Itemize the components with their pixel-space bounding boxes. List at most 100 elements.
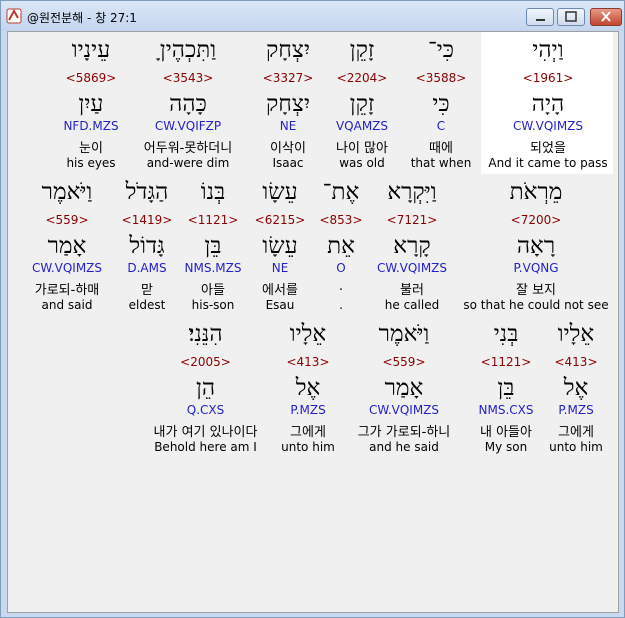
title-bar[interactable]: @원전분해 - 창 27:1	[1, 1, 624, 31]
english-gloss: and he said	[369, 440, 439, 454]
hebrew-word: אֵלָיו	[289, 321, 327, 347]
korean-gloss: 어두워-못하더니	[143, 141, 233, 156]
english-gloss: .	[339, 298, 343, 312]
strong-number: <3543>	[162, 71, 214, 85]
lemma: קָרָא	[393, 233, 431, 259]
hebrew-word: וַיֹּאמֶר	[41, 179, 93, 205]
morphology-code: CW.VQIMZS	[368, 403, 440, 417]
hebrew-word: כִּי־	[427, 37, 455, 63]
maximize-button[interactable]	[557, 8, 585, 26]
lemma: הָיָה	[531, 91, 565, 117]
strong-number: <1419>	[121, 213, 173, 227]
strong-number: <3327>	[262, 71, 314, 85]
morphology-code: NMS.MZS	[184, 261, 242, 275]
app-window: @원전분해 - 창 27:1 וַיְהִי <1961> הָיָה CW.V…	[0, 0, 625, 618]
lemma: זָקֵן	[349, 91, 375, 117]
morphology-code: NFD.MZS	[63, 119, 119, 133]
hebrew-word: הַגָּדֹל	[125, 179, 169, 205]
morphology-code: CW.VQIMZS	[512, 119, 584, 133]
morphology-code: D.AMS	[127, 261, 167, 275]
lemma: בֵּן	[204, 233, 222, 259]
morphology-code: C	[436, 119, 446, 133]
lemma: אָמַר	[47, 233, 87, 259]
korean-gloss: 가로되-하매	[34, 283, 100, 298]
morphology-code: NMS.CXS	[478, 403, 534, 417]
close-button[interactable]	[590, 8, 622, 26]
strong-number: <2005>	[180, 355, 231, 369]
english-gloss: he called	[384, 298, 440, 312]
morphology-code: CW.VQIMZS	[376, 261, 448, 275]
morphology-code: P.MZS	[558, 403, 594, 417]
hebrew-word: וַיְהִי	[532, 37, 564, 63]
lemma: אָמַר	[384, 375, 424, 401]
hebrew-word: יִצְחָק	[265, 37, 310, 63]
korean-gloss: 그가 가로되-하니	[357, 425, 451, 440]
english-gloss: so that he could not see	[463, 298, 609, 312]
korean-gloss: 되었을	[530, 141, 566, 156]
english-gloss: eldest	[128, 298, 166, 312]
morphology-code: CW.VQIMZS	[31, 261, 103, 275]
english-gloss: unto him	[549, 440, 603, 454]
minimize-button[interactable]	[526, 8, 554, 26]
strong-number: <6215>	[254, 213, 306, 227]
window-title: @원전분해 - 창 27:1	[27, 11, 137, 25]
hebrew-word: עֵינָיו	[71, 37, 111, 63]
korean-gloss: 눈이	[79, 141, 103, 156]
lemma: יִצְחָק	[265, 91, 310, 117]
lemma: עֵשָׂו	[262, 233, 298, 259]
english-gloss: that when	[410, 156, 472, 170]
english-gloss: unto him	[281, 440, 335, 454]
morphology-code: O	[336, 261, 346, 275]
morphology-code: P.VQNG	[513, 261, 559, 275]
morphology-code: NE	[279, 119, 297, 133]
strong-number: <3588>	[415, 71, 467, 85]
korean-gloss: 그에게	[290, 425, 326, 440]
hebrew-word: וַיִּקְרָא	[387, 179, 437, 205]
english-gloss: Esau	[265, 298, 295, 312]
morphology-code: NE	[271, 261, 289, 275]
english-gloss: My son	[484, 440, 528, 454]
english-gloss: Isaac	[272, 156, 304, 170]
maximize-icon	[565, 11, 577, 22]
english-gloss: and said	[41, 298, 93, 312]
hebrew-word: בְּנִי	[493, 321, 519, 347]
strong-number: <2204>	[336, 71, 388, 85]
hebrew-word: אֵלָיו	[557, 321, 595, 347]
hebrew-word: וַיֹּאמֶר	[378, 321, 430, 347]
strong-number: <1121>	[187, 213, 239, 227]
lemma: אֵת	[327, 233, 355, 259]
korean-gloss: 그에게	[558, 425, 594, 440]
lemma: רָאָה	[516, 233, 556, 259]
korean-gloss: .	[338, 279, 344, 294]
hebrew-word: עֵשָׂו	[262, 179, 298, 205]
lemma: עַיִן	[78, 91, 104, 117]
strong-number: <413>	[554, 355, 598, 369]
strong-number: <559>	[382, 355, 426, 369]
korean-gloss: 내 아들아	[480, 425, 532, 440]
strong-number: <559>	[45, 213, 89, 227]
korean-gloss: 맏	[141, 283, 153, 298]
korean-gloss: 아들	[201, 283, 225, 298]
lemma: כָּהָה	[169, 91, 207, 117]
strong-number: <413>	[286, 355, 330, 369]
english-gloss: Behold here am I	[154, 440, 257, 454]
strong-number: <1961>	[522, 71, 574, 85]
close-icon	[601, 11, 611, 22]
english-gloss: his eyes	[66, 156, 116, 170]
hebrew-word: מֵרְאֹת	[509, 179, 563, 205]
strong-number: <853>	[319, 213, 363, 227]
morphology-code: P.MZS	[290, 403, 326, 417]
hebrew-word: זָקֵן	[349, 37, 375, 63]
korean-gloss: 이삭이	[270, 141, 306, 156]
minimize-icon	[536, 19, 545, 21]
lemma: בֵּן	[497, 375, 515, 401]
app-icon	[6, 8, 22, 24]
korean-gloss: 잘 보지	[515, 283, 556, 298]
english-gloss: his-son	[191, 298, 235, 312]
korean-gloss: 나이 많아	[336, 141, 388, 156]
korean-gloss: 때에	[429, 141, 453, 156]
morphology-code: Q.CXS	[186, 403, 225, 417]
hebrew-word: אֶת־	[322, 179, 360, 205]
hebrew-word: וַתִּכְהֶיןָ	[159, 37, 217, 63]
morphology-code: VQAMZS	[335, 119, 389, 133]
